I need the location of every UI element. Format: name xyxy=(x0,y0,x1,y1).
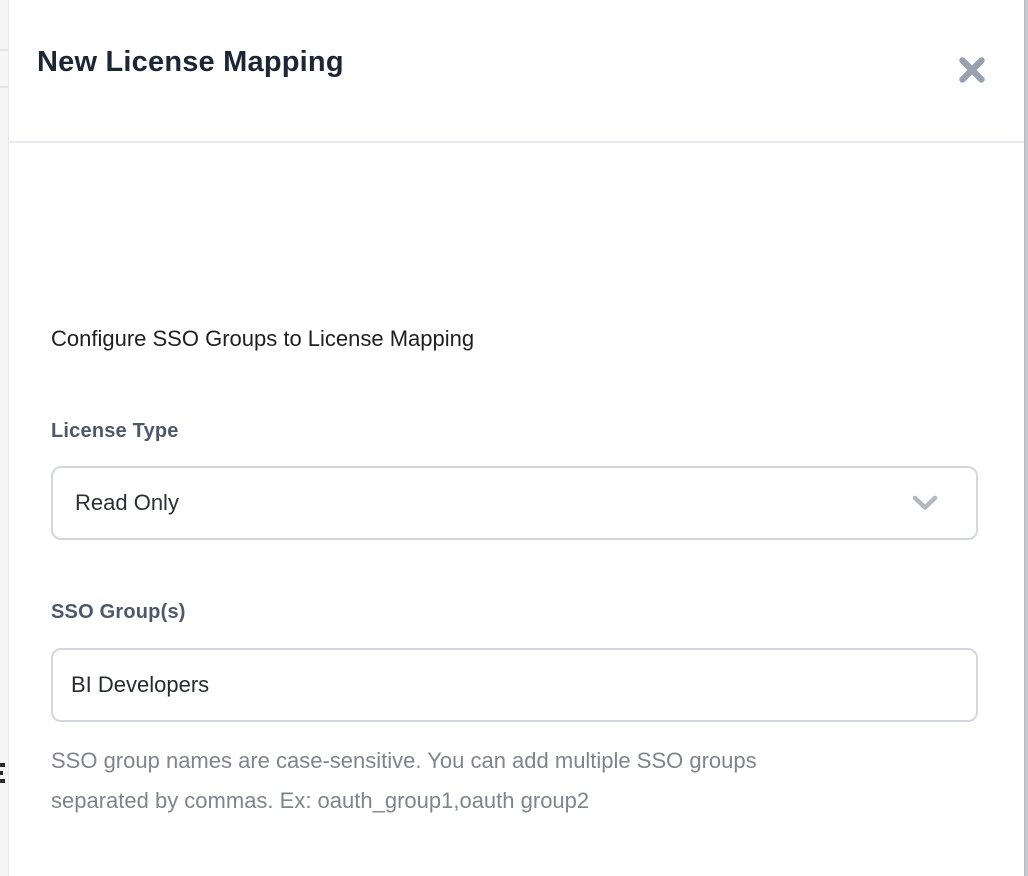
sso-groups-label: SSO Group(s) xyxy=(51,601,186,624)
close-icon xyxy=(958,56,986,84)
sso-groups-input[interactable] xyxy=(51,648,978,722)
background-divider-fragment xyxy=(0,49,8,51)
background-text-fragment xyxy=(0,771,3,775)
new-license-mapping-modal: New License Mapping Configure SSO Groups… xyxy=(8,0,1024,876)
sso-groups-help-text: SSO group names are case-sensitive. You … xyxy=(51,741,951,821)
scrollbar-track[interactable] xyxy=(1024,0,1028,876)
close-button[interactable] xyxy=(954,52,990,88)
page: New License Mapping Configure SSO Groups… xyxy=(0,0,1028,876)
license-type-select[interactable]: Read Only xyxy=(51,466,978,540)
background-text-fragment xyxy=(0,763,5,767)
background-text-fragment xyxy=(0,779,5,783)
sso-groups-help-line-2: separated by commas. Ex: oauth_group1,oa… xyxy=(51,781,951,821)
sso-groups-help-line-1: SSO group names are case-sensitive. You … xyxy=(51,741,951,781)
license-type-label: License Type xyxy=(51,420,179,443)
background-page-strip xyxy=(0,0,8,876)
license-type-selected-value: Read Only xyxy=(75,490,912,516)
modal-header: New License Mapping xyxy=(9,0,1024,143)
chevron-down-icon xyxy=(912,495,938,511)
modal-subtitle: Configure SSO Groups to License Mapping xyxy=(51,326,474,352)
background-divider-fragment xyxy=(0,86,8,88)
modal-title: New License Mapping xyxy=(37,46,344,79)
